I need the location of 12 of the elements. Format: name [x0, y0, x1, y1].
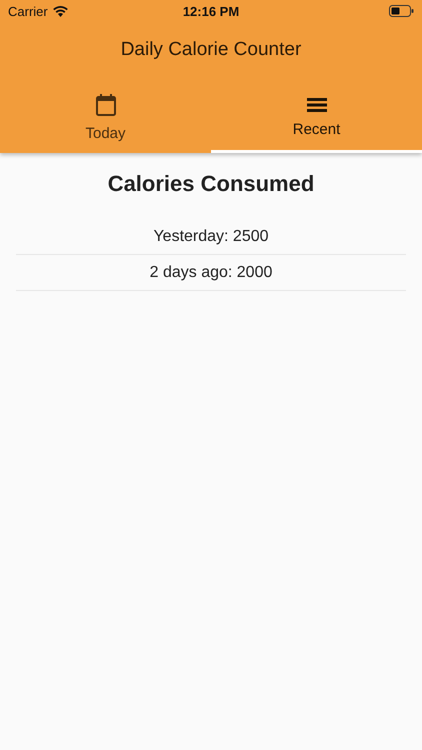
list-icon [306, 96, 326, 112]
tab[interactable]: Recent [211, 78, 422, 153]
tab[interactable]: Today [0, 78, 211, 153]
wifi-icon [52, 6, 68, 16]
list-row: 2 days ago: 2000 [16, 255, 406, 291]
carrier-name: Carrier [8, 4, 48, 18]
calendar-icon [94, 92, 116, 116]
section-heading: Calories Consumed [106, 171, 316, 197]
app-title: Daily Calorie Counter [120, 39, 302, 61]
status-time: 12:16 PM [182, 4, 240, 18]
battery-icon [389, 5, 414, 17]
list-row: Yesterday: 2500 [16, 219, 406, 255]
